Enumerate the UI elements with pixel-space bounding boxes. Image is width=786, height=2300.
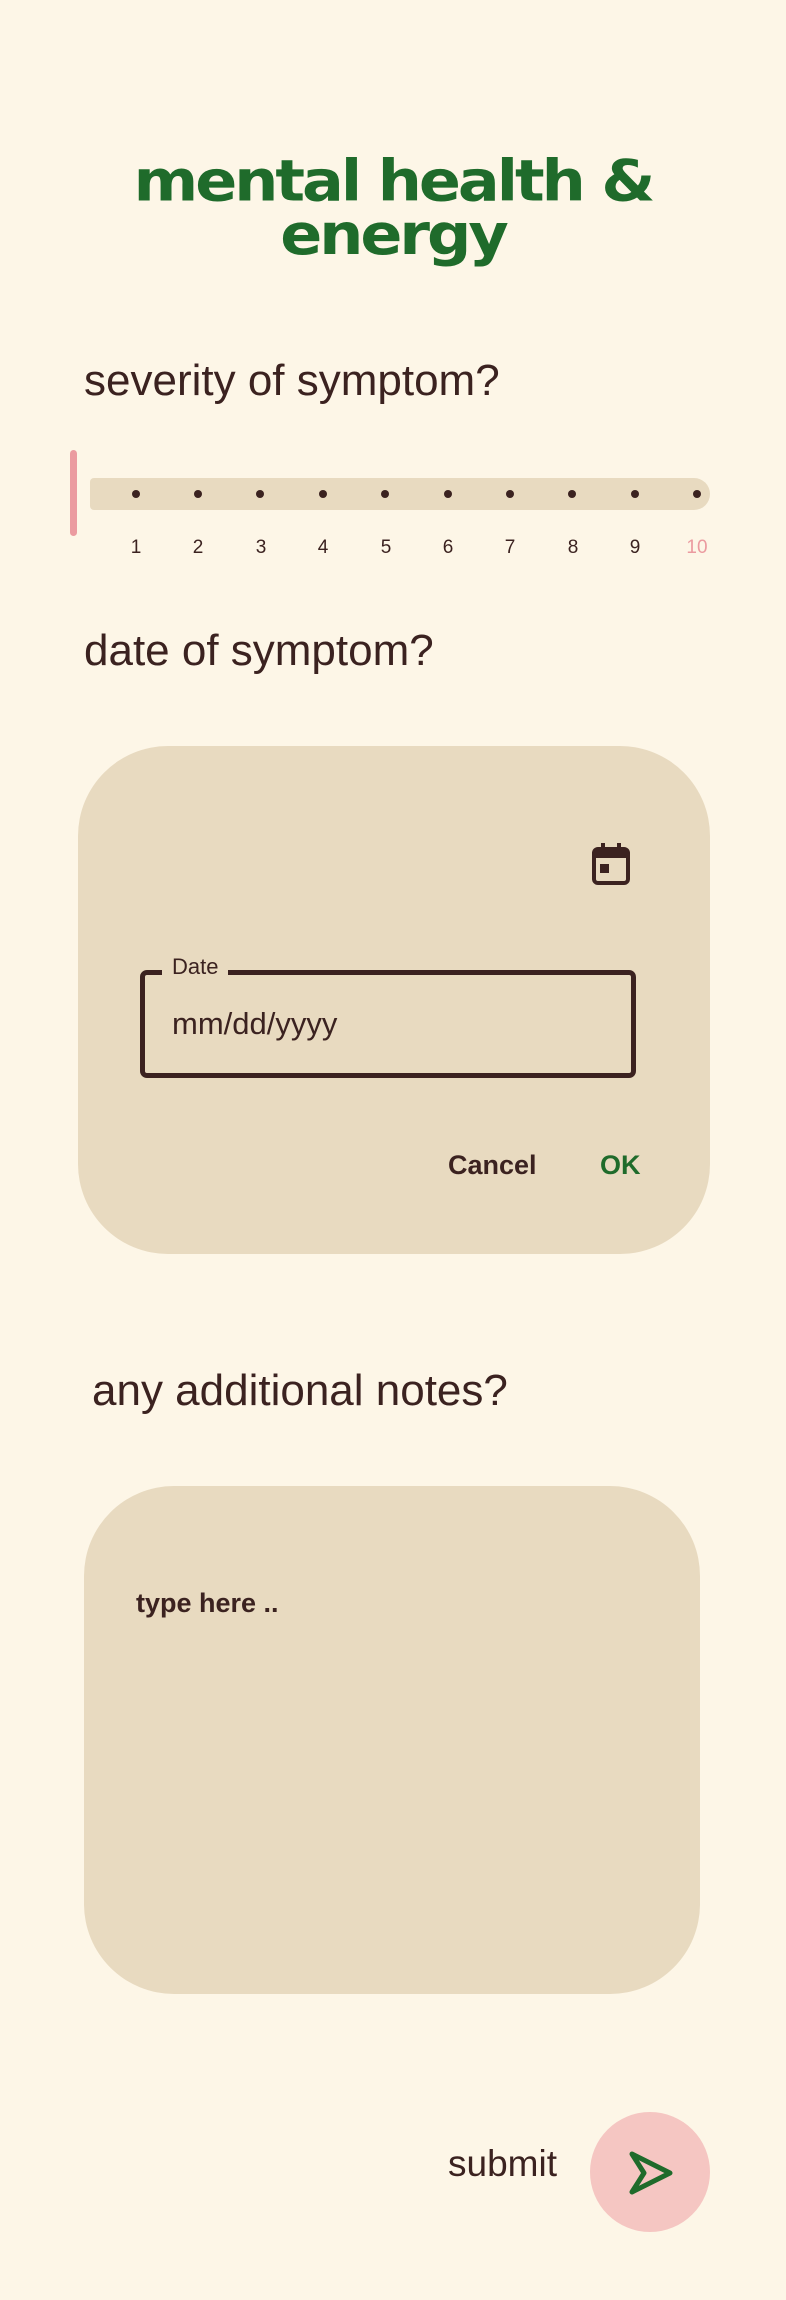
submit-label: submit [448, 2143, 557, 2184]
tick-label: 5 [380, 537, 392, 558]
tick-label: 6 [442, 537, 454, 558]
tick-dot [568, 490, 576, 498]
tick-dot [319, 490, 327, 498]
date-field-label: Date [162, 954, 229, 980]
tick-label: 8 [567, 537, 579, 558]
tick-label: 2 [192, 537, 204, 558]
tick-label: 7 [504, 537, 516, 558]
tick-label: 3 [255, 537, 267, 558]
tick-dot [444, 490, 452, 498]
page-title-line-2: energy [280, 200, 509, 268]
page-title: mental health & energy [0, 152, 786, 268]
tick-dot [631, 490, 639, 498]
tick-label-selected: 10 [686, 537, 708, 558]
notes-question: any additional notes? [92, 1366, 508, 1415]
tick-dot [194, 490, 202, 498]
date-input-placeholder[interactable]: mm/dd/yyyy [172, 1006, 337, 1042]
date-question: date of symptom? [84, 626, 434, 675]
severity-slider-handle[interactable] [70, 450, 77, 536]
tick-dot [693, 490, 701, 498]
tick-dot [506, 490, 514, 498]
ok-button[interactable]: OK [600, 1150, 641, 1181]
notes-textarea[interactable] [84, 1486, 700, 1994]
tick-dot [256, 490, 264, 498]
send-arrow-icon [629, 2151, 673, 2195]
cancel-button[interactable]: Cancel [448, 1150, 537, 1181]
tick-label: 9 [629, 537, 641, 558]
notes-placeholder[interactable]: type here .. [136, 1588, 279, 1619]
tick-label: 4 [317, 537, 329, 558]
submit-button[interactable] [590, 2112, 710, 2232]
tick-dot [381, 490, 389, 498]
tick-label: 1 [130, 537, 142, 558]
tick-dot [132, 490, 140, 498]
severity-question: severity of symptom? [84, 356, 500, 405]
severity-slider-track[interactable] [90, 478, 710, 510]
calendar-icon[interactable] [592, 843, 630, 885]
